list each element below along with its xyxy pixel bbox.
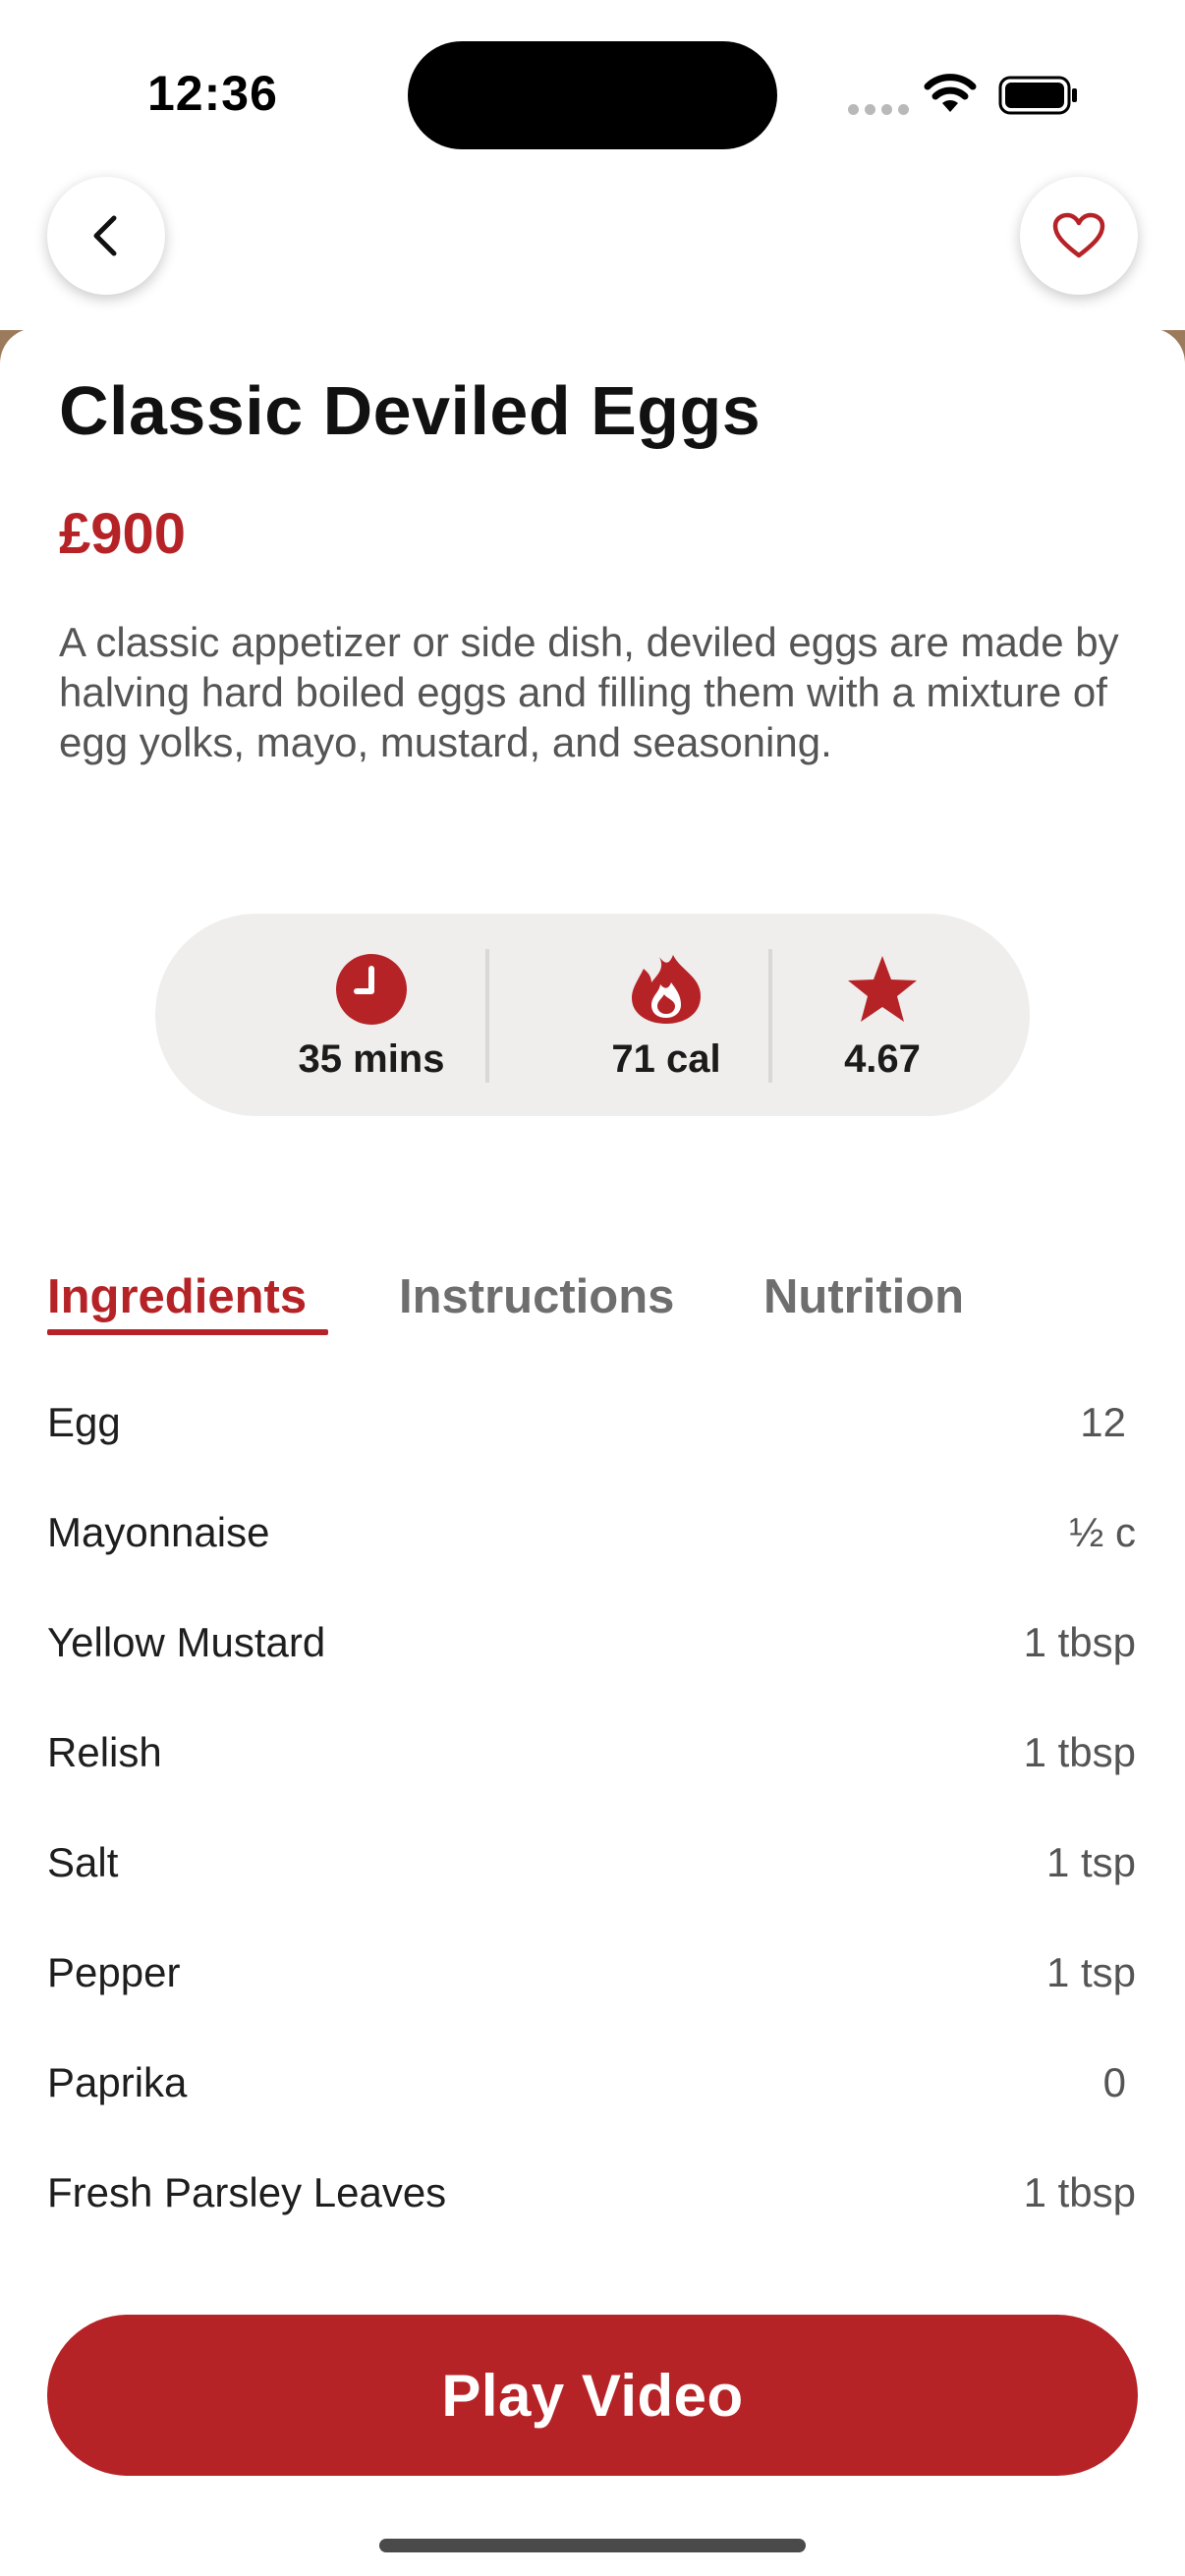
ingredient-row: Fresh Parsley Leaves 1 tbsp: [47, 2163, 1136, 2222]
flame-icon: [632, 955, 701, 1024]
active-tab-indicator: [47, 1329, 328, 1335]
ingredient-qty: ½ c: [1069, 1509, 1136, 1555]
ingredient-name: Relish: [47, 1729, 162, 1775]
heart-outline-icon: [1052, 212, 1105, 258]
ingredient-name: Pepper: [47, 1949, 181, 1995]
cellular-signal-icon: [848, 104, 909, 115]
stat-rating: 4.67: [784, 953, 981, 1082]
recipe-title: Classic Deviled Eggs: [59, 372, 762, 449]
ingredient-row: Salt 1 tsp: [47, 1833, 1136, 1892]
tab-ingredients[interactable]: Ingredients: [47, 1269, 307, 1324]
recipe-price: £900: [59, 502, 187, 566]
stat-divider: [768, 949, 772, 1083]
ingredient-qty: 1 tbsp: [1023, 1729, 1136, 1775]
ingredient-qty: 1 tbsp: [1023, 2169, 1136, 2215]
status-time: 12:36: [147, 66, 278, 121]
battery-icon: [998, 76, 1077, 115]
ingredient-row: Egg 12: [47, 1393, 1136, 1452]
ingredient-name: Salt: [47, 1839, 119, 1885]
ingredient-row: Relish 1 tbsp: [47, 1723, 1136, 1782]
stat-time: 35 mins: [224, 953, 519, 1082]
clock-icon: [336, 954, 407, 1025]
chevron-left-icon: [93, 215, 117, 256]
dynamic-island: [408, 41, 777, 149]
back-button[interactable]: [47, 177, 165, 295]
ingredient-row: Pepper 1 tsp: [47, 1943, 1136, 2002]
ingredient-row: Yellow Mustard 1 tbsp: [47, 1613, 1136, 1672]
ingredient-name: Mayonnaise: [47, 1509, 270, 1555]
ingredient-name: Paprika: [47, 2059, 188, 2105]
ingredient-qty: 0: [1102, 2059, 1126, 2105]
tab-nutrition[interactable]: Nutrition: [763, 1269, 964, 1324]
ingredient-name: Egg: [47, 1399, 121, 1445]
recipe-stats: 35 mins 71 cal 4.67: [155, 914, 1030, 1116]
stat-divider: [485, 949, 489, 1083]
favorite-button[interactable]: [1020, 177, 1138, 295]
star-icon: [848, 956, 917, 1022]
ingredient-qty: 1 tsp: [1045, 1839, 1136, 1885]
recipe-description: A classic appetizer or side dish, devile…: [59, 619, 1119, 765]
play-video-button[interactable]: Play Video: [47, 2315, 1138, 2476]
stat-time-value: 35 mins: [298, 1037, 445, 1081]
wifi-icon: [924, 74, 977, 112]
tab-instructions[interactable]: Instructions: [399, 1269, 674, 1324]
stat-calories-value: 71 cal: [611, 1037, 721, 1081]
recipe-detail-screen: 12:36 Classic Deviled Eggs £900 A classi…: [0, 0, 1185, 2576]
stat-rating-value: 4.67: [844, 1037, 921, 1081]
ingredient-qty: 1 tbsp: [1023, 1619, 1136, 1665]
ingredient-row: Mayonnaise ½ c: [47, 1503, 1136, 1562]
ingredient-qty: 12: [1080, 1399, 1126, 1445]
ingredient-name: Fresh Parsley Leaves: [47, 2169, 447, 2215]
home-indicator: [379, 2539, 806, 2552]
ingredient-qty: 1 tsp: [1045, 1949, 1136, 1995]
ingredient-name: Yellow Mustard: [47, 1619, 326, 1665]
ingredient-row: Paprika 0: [47, 2053, 1136, 2112]
